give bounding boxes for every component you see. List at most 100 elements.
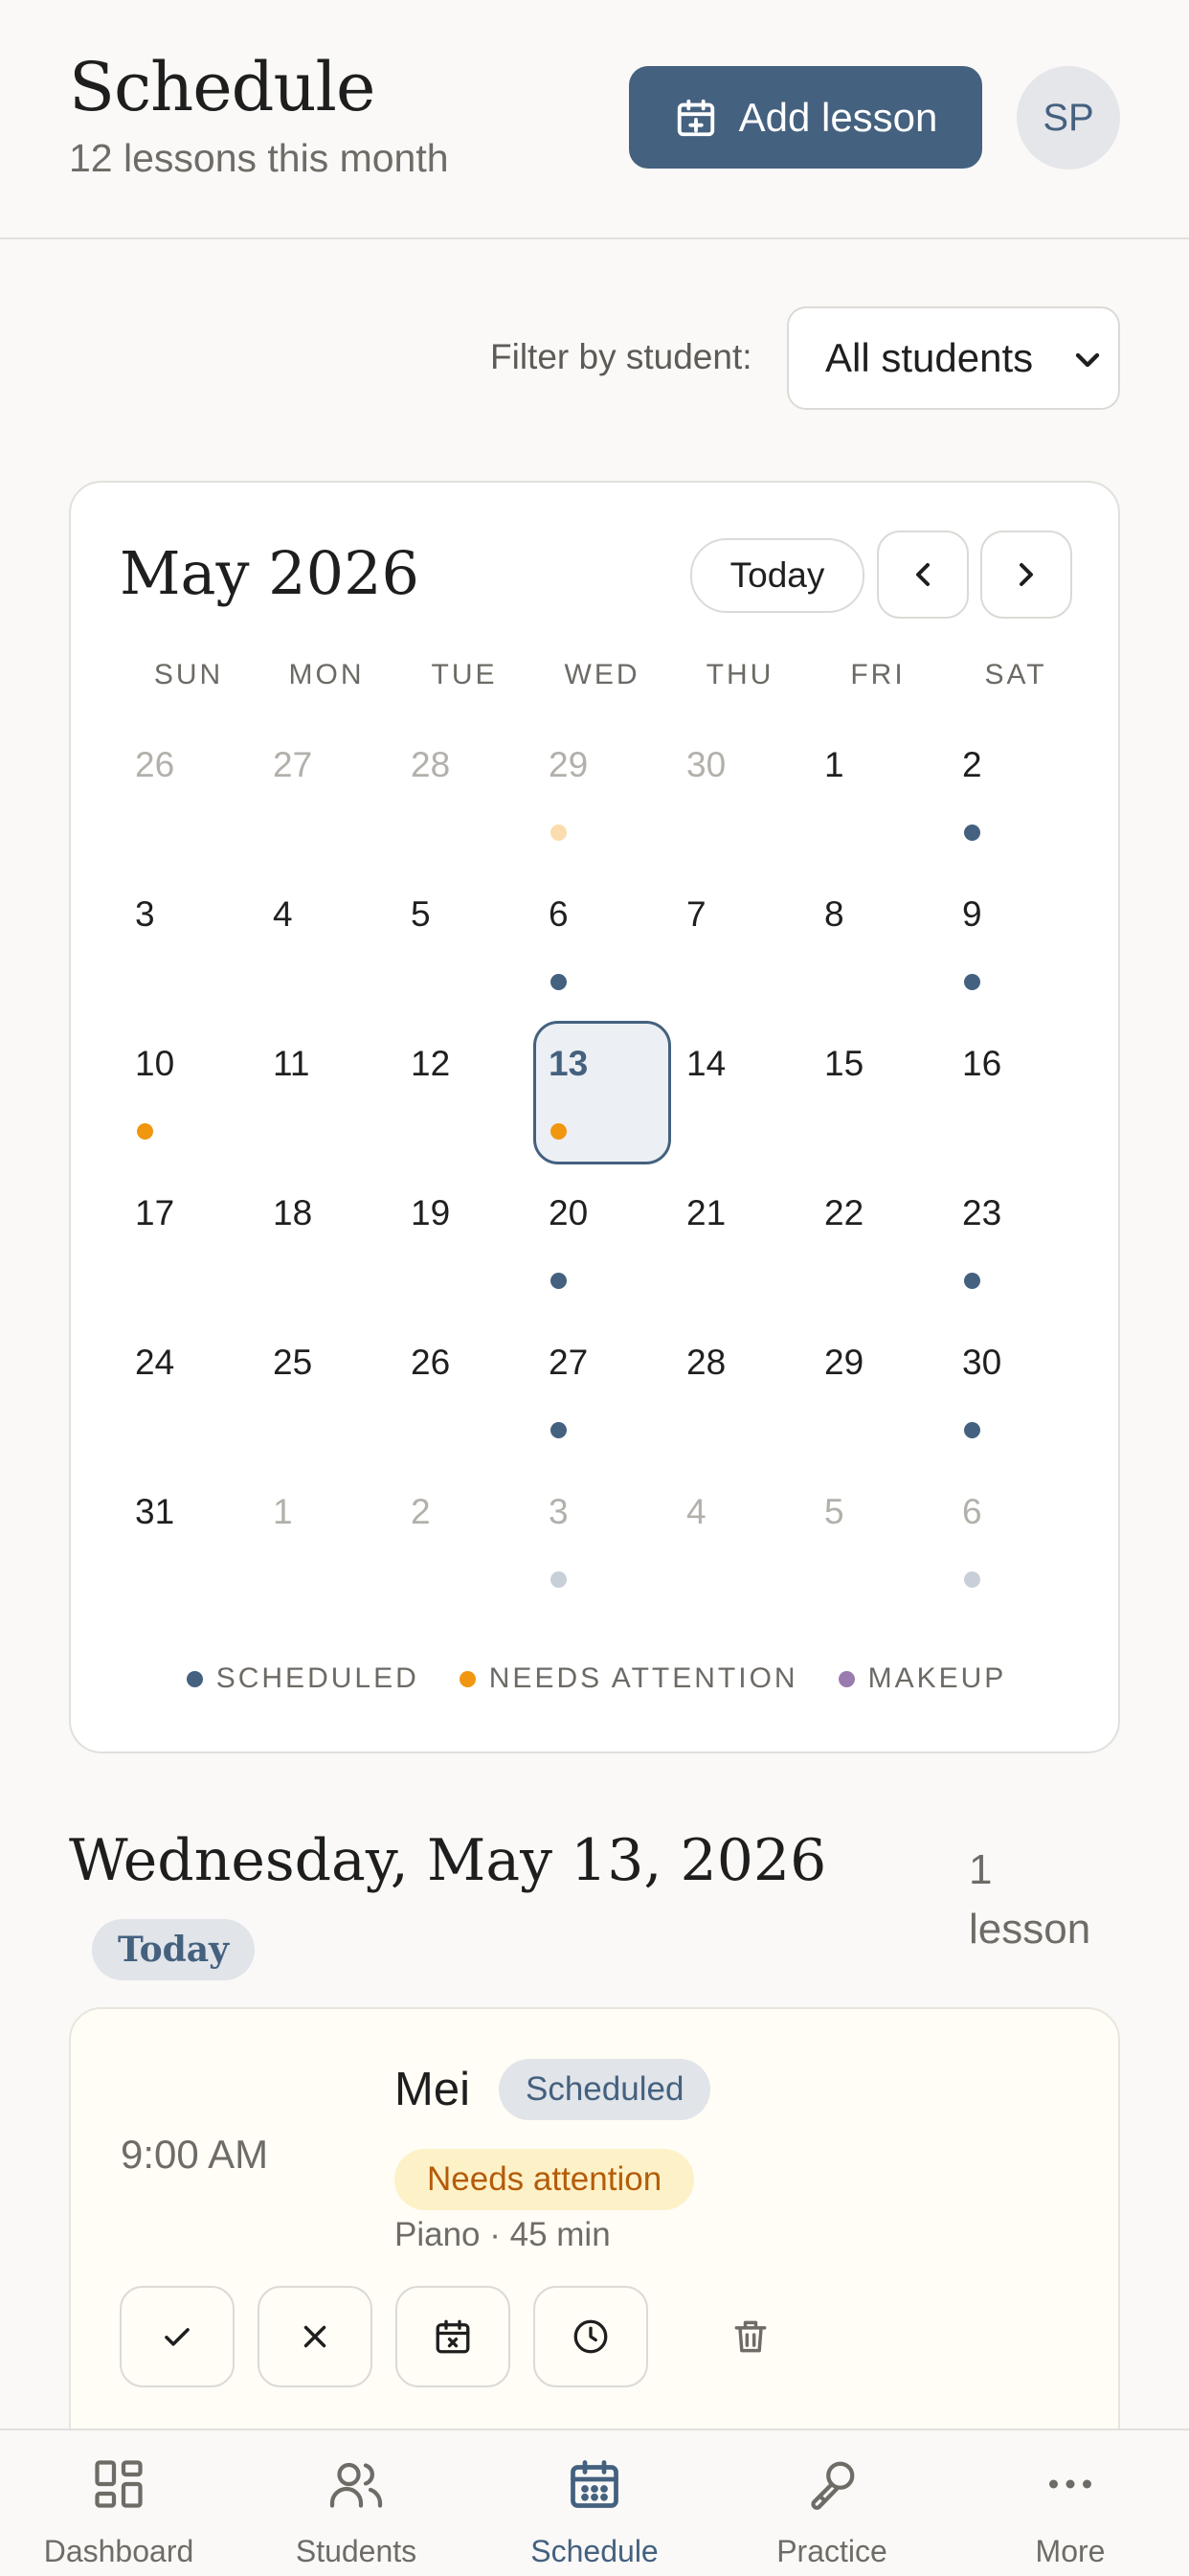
mark-complete-button[interactable] xyxy=(120,2286,235,2387)
calendar-day[interactable]: 5 xyxy=(809,1469,947,1613)
avatar[interactable]: SP xyxy=(1017,66,1120,169)
legend-dot xyxy=(838,1670,855,1687)
nav-more[interactable]: More xyxy=(952,2430,1189,2576)
student-filter-select[interactable]: All students xyxy=(787,306,1120,410)
day-number: 15 xyxy=(824,1044,864,1083)
chevron-down-icon xyxy=(1075,352,1100,368)
calendar-day[interactable]: 27 xyxy=(258,722,395,866)
calendar-legend: SCHEDULED NEEDS ATTENTION MAKEUP xyxy=(71,1662,1122,1695)
student-name: Mei xyxy=(394,2064,470,2115)
next-month-button[interactable] xyxy=(980,531,1072,619)
calendar-day[interactable]: 8 xyxy=(809,871,947,1015)
nav-schedule[interactable]: Schedule xyxy=(476,2430,713,2576)
calendar-card: May 2026 Today SUN MON TUE WED THU FRI SAT 26 2… xyxy=(69,481,1120,1753)
calendar-day[interactable]: 26 xyxy=(120,722,258,866)
calendar-day[interactable]: 16 xyxy=(947,1021,1085,1164)
nav-students[interactable]: Students xyxy=(237,2430,475,2576)
weekday-label: SUN xyxy=(153,659,224,690)
calendar-day[interactable]: 9 xyxy=(947,871,1085,1015)
day-number: 24 xyxy=(135,1343,175,1382)
bottom-navigation: Dashboard Students Schedule Practice Mor… xyxy=(0,2429,1189,2576)
day-number: 25 xyxy=(273,1343,313,1382)
calendar-day[interactable]: 4 xyxy=(671,1469,809,1613)
calendar-day[interactable]: 31 xyxy=(120,1469,258,1613)
lesson-dot xyxy=(550,974,567,990)
change-time-button[interactable] xyxy=(533,2286,648,2387)
calendar-day[interactable]: 27 xyxy=(533,1320,671,1463)
calendar-day[interactable]: 26 xyxy=(395,1320,533,1463)
calendar-day-selected[interactable]: 13 xyxy=(533,1021,671,1164)
calendar-day[interactable]: 3 xyxy=(120,871,258,1015)
weekday-label: SAT xyxy=(984,659,1047,690)
cancel-lesson-button[interactable] xyxy=(258,2286,372,2387)
lesson-dot xyxy=(550,1273,567,1289)
calendar-day[interactable]: 6 xyxy=(947,1469,1085,1613)
calendar-day[interactable]: 18 xyxy=(258,1170,395,1314)
calendar-day[interactable]: 28 xyxy=(395,722,533,866)
lesson-count-subtitle: 12 lessons this month xyxy=(69,136,449,180)
day-number: 28 xyxy=(411,745,451,784)
calendar-day[interactable]: 17 xyxy=(120,1170,258,1314)
reschedule-button[interactable] xyxy=(395,2286,510,2387)
day-number: 20 xyxy=(549,1193,589,1232)
calendar-day[interactable]: 29 xyxy=(809,1320,947,1463)
calendar-day[interactable]: 7 xyxy=(671,871,809,1015)
nav-schedule-label: Schedule xyxy=(530,2534,659,2568)
add-lesson-button[interactable]: Add lesson xyxy=(629,66,982,169)
calendar-day[interactable]: 1 xyxy=(809,722,947,866)
calendar-x-icon xyxy=(436,2319,470,2354)
day-number: 30 xyxy=(962,1343,1002,1382)
trash-icon xyxy=(734,2320,767,2353)
nav-dashboard[interactable]: Dashboard xyxy=(0,2430,237,2576)
calendar-day[interactable]: 19 xyxy=(395,1170,533,1314)
month-title: May 2026 xyxy=(120,538,419,608)
calendar-day[interactable]: 20 xyxy=(533,1170,671,1314)
calendar-day[interactable]: 5 xyxy=(395,871,533,1015)
calendar-day[interactable]: 6 xyxy=(533,871,671,1015)
nav-practice[interactable]: Practice xyxy=(713,2430,951,2576)
calendar-day[interactable]: 15 xyxy=(809,1021,947,1164)
calendar-day[interactable]: 28 xyxy=(671,1320,809,1463)
calendar-day[interactable]: 12 xyxy=(395,1021,533,1164)
today-badge: Today xyxy=(92,1919,255,1980)
lesson-dot xyxy=(550,1422,567,1438)
lesson-dot xyxy=(550,1123,567,1140)
calendar-day[interactable]: 1 xyxy=(258,1469,395,1613)
legend-item: NEEDS ATTENTION xyxy=(459,1662,798,1695)
calendar-day[interactable]: 24 xyxy=(120,1320,258,1463)
day-number: 13 xyxy=(549,1044,589,1083)
today-button[interactable]: Today xyxy=(690,538,864,613)
legend-label: SCHEDULED xyxy=(215,1662,419,1694)
day-number: 9 xyxy=(962,894,982,934)
calendar-day[interactable]: 10 xyxy=(120,1021,258,1164)
calendar-day[interactable]: 23 xyxy=(947,1170,1085,1314)
calendar-day[interactable]: 4 xyxy=(258,871,395,1015)
delete-lesson-button[interactable] xyxy=(693,2286,808,2387)
calendar-day[interactable]: 3 xyxy=(533,1469,671,1613)
calendar-day[interactable]: 25 xyxy=(258,1320,395,1463)
day-number: 6 xyxy=(962,1492,982,1531)
day-number: 19 xyxy=(411,1193,451,1232)
calendar-day[interactable]: 22 xyxy=(809,1170,947,1314)
calendar-day[interactable]: 30 xyxy=(947,1320,1085,1463)
check-icon xyxy=(165,2328,190,2346)
calendar-day[interactable]: 2 xyxy=(947,722,1085,866)
clock-icon xyxy=(573,2319,608,2354)
day-number: 5 xyxy=(411,894,431,934)
legend-item: MAKEUP xyxy=(838,1662,1007,1695)
day-number: 30 xyxy=(686,745,727,784)
legend-dot xyxy=(459,1670,476,1687)
chevron-right-icon xyxy=(1020,563,1033,586)
calendar-day[interactable]: 30 xyxy=(671,722,809,866)
legend-label: MAKEUP xyxy=(867,1662,1007,1694)
day-number: 1 xyxy=(824,745,844,784)
lesson-time: 9:00 AM xyxy=(121,2132,269,2177)
calendar-day[interactable]: 14 xyxy=(671,1021,809,1164)
lesson-dot xyxy=(964,974,980,990)
calendar-day[interactable]: 29 xyxy=(533,722,671,866)
previous-month-button[interactable] xyxy=(877,531,969,619)
calendar-day[interactable]: 11 xyxy=(258,1021,395,1164)
day-number: 31 xyxy=(135,1492,175,1531)
calendar-day[interactable]: 2 xyxy=(395,1469,533,1613)
calendar-day[interactable]: 21 xyxy=(671,1170,809,1314)
